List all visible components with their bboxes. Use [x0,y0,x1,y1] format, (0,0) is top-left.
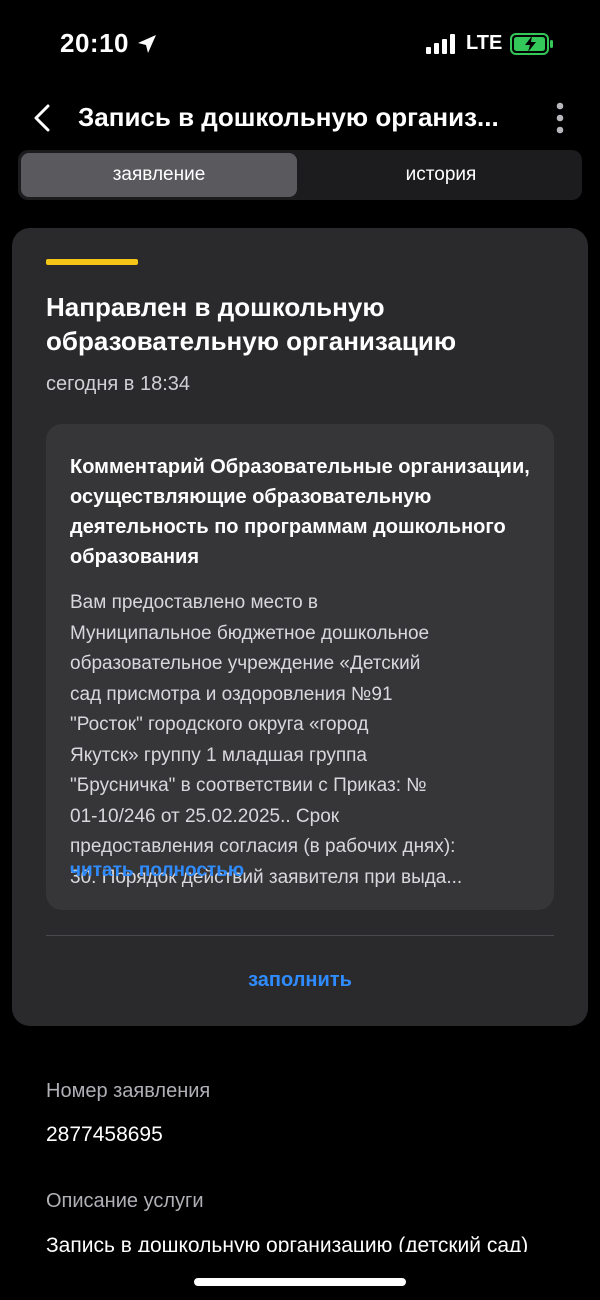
comment-line: "Росток" городского округа «город [70,714,369,735]
comment-line: Якутск» группу 1 младшая группа [70,744,367,766]
home-indicator [194,1278,406,1286]
chevron-left-icon[interactable] [28,98,56,138]
battery-charging-icon [510,33,553,55]
comment-body: Вам предоставлено место в Муниципальное … [70,588,540,893]
fill-button[interactable]: заполнить [46,958,554,1002]
comment-line: Муниципальное бюджетное дошкольное [70,622,430,644]
tab-application[interactable]: заявление [21,153,297,197]
comment-line: Вам предоставлено место в [70,592,319,613]
signal-bars-icon [426,34,455,54]
comment-line: сад присмотра и оздоровления №91 [70,683,393,705]
screen: 20:10 LTE Запись в дошкольную организ... [0,0,600,1300]
comment-line: "Брусничка" в соответствии с Приказ: № [70,775,427,796]
page-title: Запись в дошкольную организ... [78,102,499,132]
card-divider [46,935,554,936]
comment-line: предоставления согласия (в рабочих днях)… [70,836,456,857]
status-time: 20:10 [60,28,129,58]
tab-history[interactable]: история [303,153,579,197]
service-description-value: Запись в дошкольную организацию (детский… [46,1234,529,1252]
status-bar: 20:10 LTE [0,0,600,90]
status-accent-bar [46,259,138,265]
comment-title: Комментарий Образовательные организации,… [70,456,530,568]
network-type: LTE [466,32,503,54]
application-number-value: 2877458695 [46,1123,163,1146]
more-vertical-icon[interactable] [548,100,572,136]
status-timestamp: сегодня в 18:34 [46,373,190,395]
nav-header: Запись в дошкольную организ... [0,90,600,146]
location-arrow-icon [138,35,156,53]
service-description-label: Описание услуги [46,1190,204,1212]
comment-line: 01-10/246 от 25.02.2025.. Срок [70,805,340,827]
status-card: Направлен в дошкольную образовательную о… [12,228,588,1026]
application-number-label: Номер заявления [46,1080,211,1102]
status-title: Направлен в дошкольную образовательную о… [46,292,457,356]
read-more-link[interactable]: читать полностью [70,860,244,882]
comment-box: Комментарий Образовательные организации,… [46,424,554,910]
segmented-tabs: заявление история [18,150,582,200]
comment-line: образовательное учреждение «Детский [70,653,421,674]
